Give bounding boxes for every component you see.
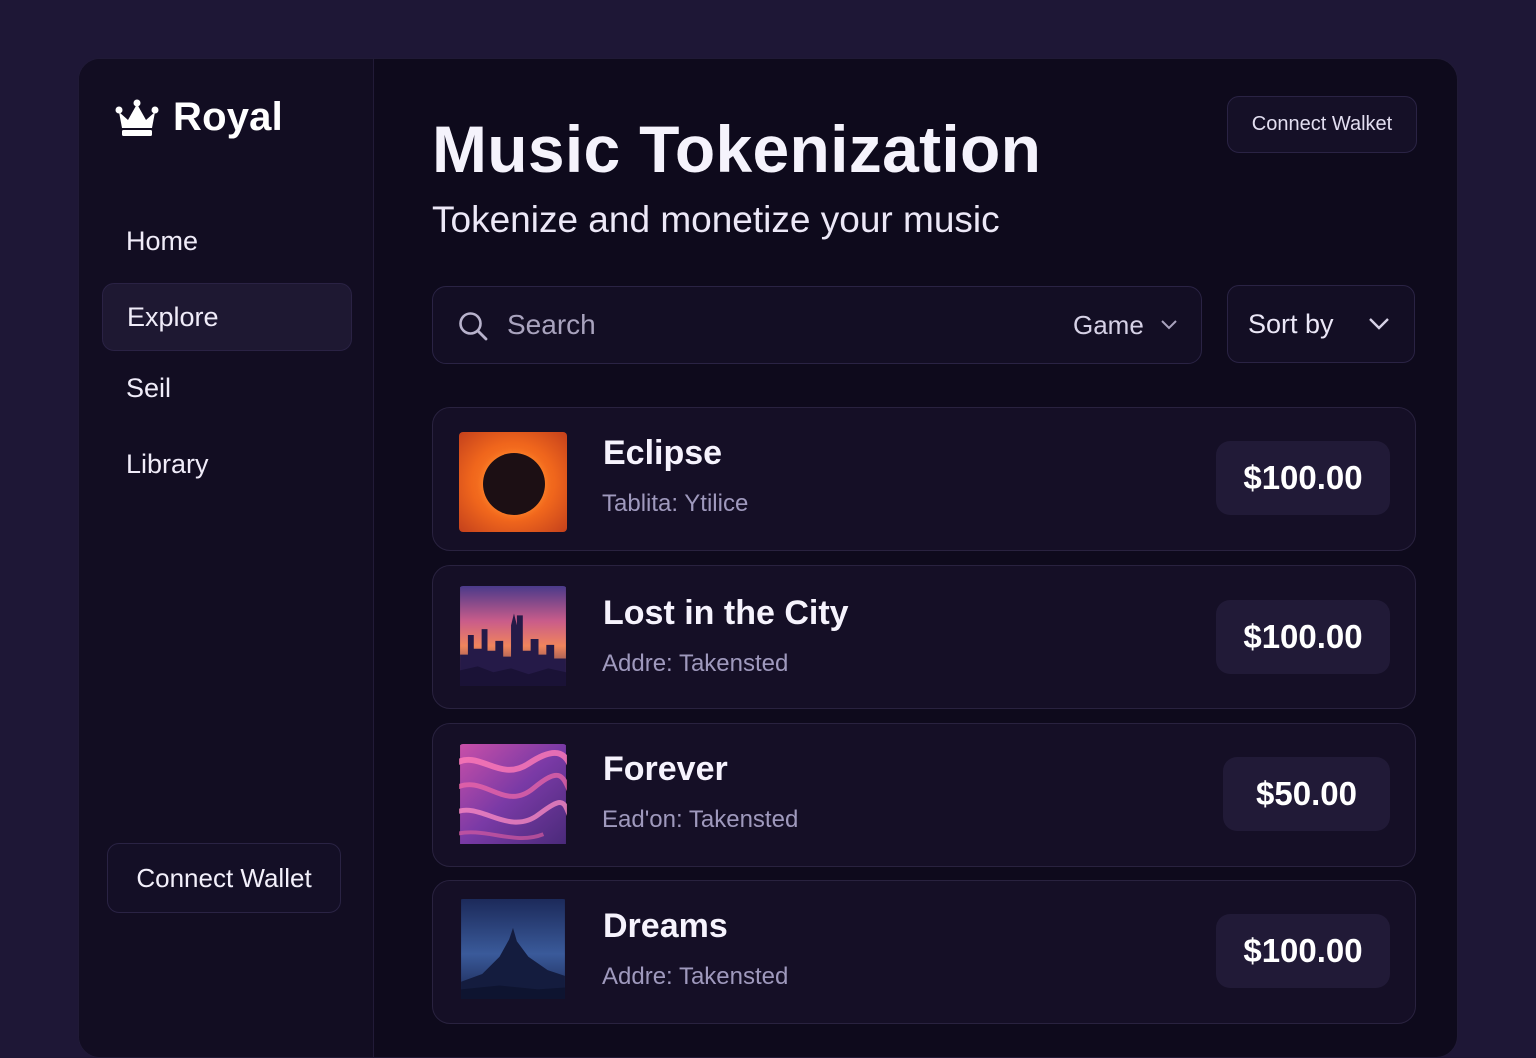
main-content: Music Tokenization Tokenize and monetize… xyxy=(374,59,1457,1057)
city-skyline-cover xyxy=(459,586,567,688)
track-artist: Addre: Takensted xyxy=(602,963,789,990)
sidebar-item-label: Library xyxy=(126,448,209,479)
track-artist: Tablita: Ytilice xyxy=(602,490,749,517)
price-badge[interactable]: $100.00 xyxy=(1216,914,1390,988)
track-artist: Ead'on: Takensted xyxy=(602,806,799,833)
track-card-eclipse[interactable]: Eclipse Tablita: Ytilice $100.00 xyxy=(432,407,1416,551)
page-title: Music Tokenization xyxy=(432,112,1042,186)
track-title: Eclipse xyxy=(603,434,723,472)
price-badge[interactable]: $100.00 xyxy=(1216,441,1390,515)
mountain-cover-art xyxy=(461,899,565,999)
sort-dropdown[interactable]: Sort by xyxy=(1227,285,1415,363)
eclipse-cover-art xyxy=(459,432,567,532)
filter-selected-value: Game xyxy=(1073,309,1144,340)
chevron-down-icon xyxy=(1161,320,1177,330)
swirl-cover-art xyxy=(459,744,567,844)
brand[interactable]: Royal xyxy=(115,95,283,140)
page-subtitle: Tokenize and monetize your music xyxy=(432,199,1000,240)
brand-name: Royal xyxy=(173,95,283,139)
track-card-lost-in-the-city[interactable]: Lost in the City Addre: Takensted $100.0… xyxy=(432,565,1416,709)
city-skyline-cover-art xyxy=(460,586,566,686)
track-artist: Addre: Takensted xyxy=(602,650,789,677)
track-card-forever[interactable]: Forever Ead'on: Takensted $50.00 xyxy=(432,723,1416,867)
sidebar-item-home[interactable]: Home xyxy=(102,207,352,275)
eclipse-cover xyxy=(459,432,567,532)
sidebar-item-explore[interactable]: Explore xyxy=(102,283,352,351)
swirl-cover xyxy=(459,744,567,846)
crown-icon xyxy=(115,99,159,136)
sidebar-item-label: Explore xyxy=(127,301,219,332)
price-badge[interactable]: $50.00 xyxy=(1223,757,1390,831)
genre-filter-dropdown[interactable]: Game xyxy=(1073,287,1178,363)
track-card-dreams[interactable]: Dreams Addre: Takensted $100.00 xyxy=(432,880,1416,1024)
track-title: Forever xyxy=(603,750,728,788)
search-bar: Game xyxy=(432,286,1202,364)
track-title: Dreams xyxy=(603,907,728,945)
sidebar-item-seil[interactable]: Seil xyxy=(102,354,352,422)
search-icon xyxy=(459,312,488,341)
sidebar-item-label: Home xyxy=(126,225,199,256)
app-window: Royal Home Explore Seil Library Connect … xyxy=(78,58,1458,1058)
sidebar-connect-wallet-button[interactable]: Connect Wallet xyxy=(107,843,341,913)
mountain-cover xyxy=(459,899,567,1003)
header-connect-wallet-button[interactable]: Connect Walket xyxy=(1227,96,1417,153)
chevron-down-icon xyxy=(1369,318,1389,330)
track-title: Lost in the City xyxy=(603,594,849,632)
search-input[interactable] xyxy=(507,287,1047,363)
sidebar: Royal Home Explore Seil Library Connect … xyxy=(79,59,374,1057)
sort-label: Sort by xyxy=(1248,309,1334,339)
sidebar-item-library[interactable]: Library xyxy=(102,430,352,498)
price-badge[interactable]: $100.00 xyxy=(1216,600,1390,674)
sidebar-item-label: Seil xyxy=(126,372,172,403)
